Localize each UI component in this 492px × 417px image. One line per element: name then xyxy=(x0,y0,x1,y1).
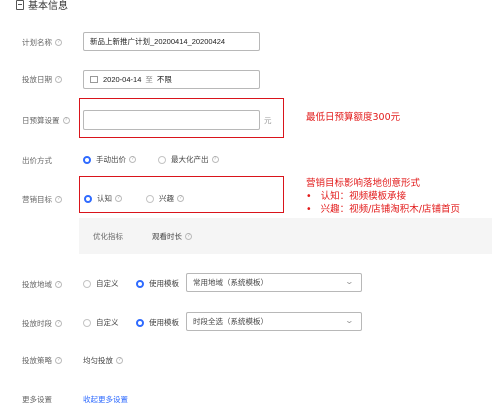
help-icon[interactable]: ? xyxy=(177,195,184,202)
radio-selected xyxy=(83,155,91,164)
optimize-label: 优化指标 xyxy=(93,232,123,241)
goal-annotation-bullet: • 认知：视频模板承接 xyxy=(306,191,407,202)
goal-annotation-bullet: • 兴趣：视频/店铺淘积木/店铺首页 xyxy=(306,204,461,215)
help-icon[interactable]: ? xyxy=(115,195,122,202)
budget-unit: 元 xyxy=(264,116,272,125)
bid-option-max-output[interactable]: 最大化产出? xyxy=(158,154,219,165)
date-end: 不限 xyxy=(156,75,172,84)
help-icon[interactable]: ? xyxy=(185,233,192,240)
date-start: 2020-04-14 xyxy=(103,75,142,84)
document-icon xyxy=(16,0,24,10)
region-template-select[interactable]: 常用地域（系统模板） ⌄ xyxy=(186,273,362,292)
date-label: 投放日期? xyxy=(22,74,62,85)
date-range-picker[interactable]: 2020-04-14 至 不限 xyxy=(83,70,260,89)
radio-selected xyxy=(136,318,144,327)
radio-unselected xyxy=(146,194,154,203)
more-settings-label: 更多设置 xyxy=(22,395,52,404)
strategy-label: 投放策略? xyxy=(22,355,62,366)
section-title: 基本信息 xyxy=(28,1,68,12)
goal-option-interest[interactable]: 兴趣? xyxy=(146,193,184,204)
help-icon[interactable]: ? xyxy=(62,117,70,124)
help-icon[interactable]: ? xyxy=(55,320,62,327)
plan-name-label: 计划名称? xyxy=(22,37,62,48)
help-icon[interactable]: ? xyxy=(129,156,136,163)
help-icon[interactable]: ? xyxy=(55,196,62,203)
budget-label: 日预算设置? xyxy=(22,115,70,126)
optimize-value: 观看时长? xyxy=(152,231,192,242)
help-icon[interactable]: ? xyxy=(211,156,219,163)
bid-option-manual[interactable]: 手动出价? xyxy=(83,154,136,165)
help-icon[interactable]: ? xyxy=(55,76,62,83)
help-icon[interactable]: ? xyxy=(116,357,123,364)
optimize-panel xyxy=(79,218,492,254)
bid-label: 出价方式 xyxy=(22,156,52,165)
goal-label: 营销目标? xyxy=(22,194,62,205)
calendar-icon xyxy=(90,76,98,83)
region-option-template[interactable]: 使用模板 xyxy=(136,278,179,289)
region-label: 投放地域? xyxy=(22,279,62,290)
budget-input[interactable] xyxy=(83,110,260,130)
help-icon[interactable]: ? xyxy=(55,39,62,46)
chevron-down-icon: ⌄ xyxy=(344,316,355,325)
collapse-more-settings-link[interactable]: 收起更多设置 xyxy=(83,394,128,405)
region-option-custom[interactable]: 自定义 xyxy=(83,278,119,289)
radio-selected xyxy=(136,279,144,288)
radio-selected xyxy=(84,194,92,203)
chevron-down-icon: ⌄ xyxy=(344,277,355,286)
time-label: 投放时段? xyxy=(22,318,62,329)
help-icon[interactable]: ? xyxy=(55,281,62,288)
time-template-select[interactable]: 时段全选（系统模板） ⌄ xyxy=(186,312,362,331)
radio-unselected xyxy=(83,318,91,327)
radio-unselected xyxy=(158,155,166,164)
time-option-custom[interactable]: 自定义 xyxy=(83,317,119,328)
plan-name-input[interactable]: 新品上新推广计划_20200414_20200424 xyxy=(83,32,260,51)
help-icon[interactable]: ? xyxy=(55,357,62,364)
date-separator: 至 xyxy=(145,75,153,84)
time-option-template[interactable]: 使用模板 xyxy=(136,317,179,328)
budget-annotation: 最低日预算额度300元 xyxy=(306,112,401,123)
radio-unselected xyxy=(83,279,91,288)
goal-option-awareness[interactable]: 认知? xyxy=(84,193,122,204)
strategy-value: 均匀投放? xyxy=(83,355,123,366)
goal-annotation-title: 营销目标影响落地创意形式 xyxy=(306,178,421,189)
section-header: 基本信息 xyxy=(16,0,68,12)
